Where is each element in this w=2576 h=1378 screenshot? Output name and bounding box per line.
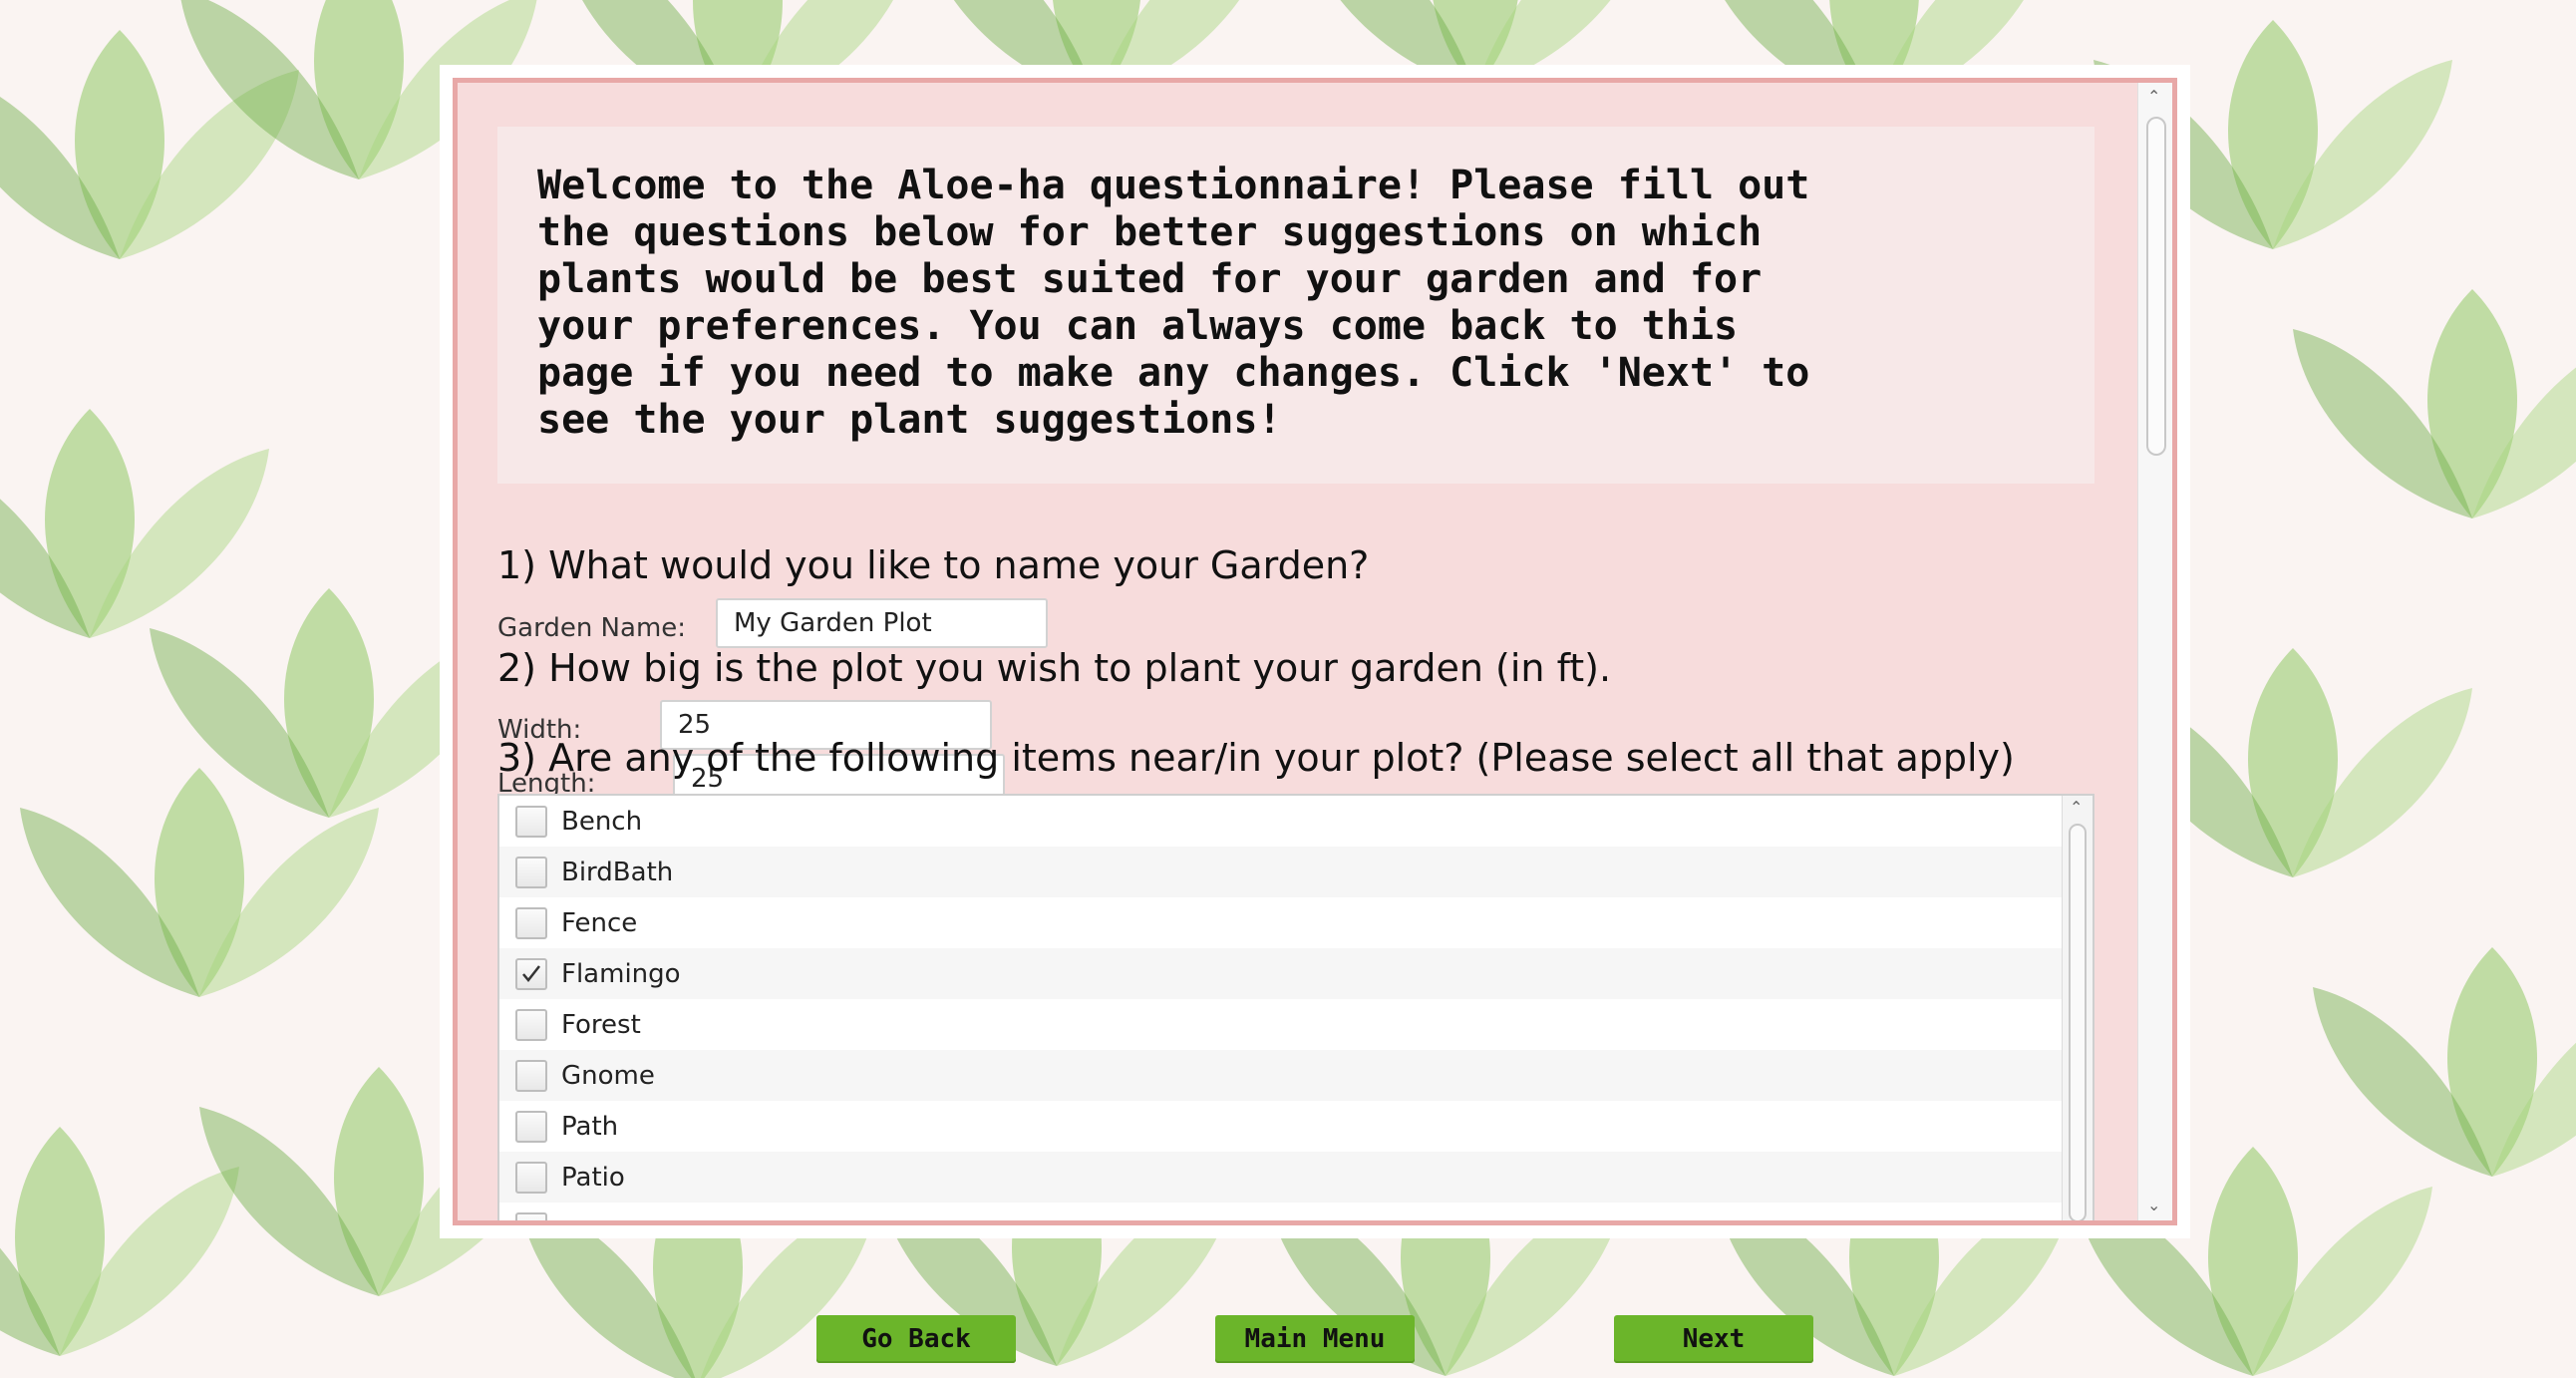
checkbox-checked[interactable]	[515, 957, 547, 990]
list-rows: Bench BirdBath Fence Flamingo Forest Gno…	[499, 796, 2093, 1220]
next-button[interactable]: Next	[1614, 1315, 1813, 1363]
checkbox[interactable]	[515, 1211, 547, 1220]
chevron-up-icon[interactable]: ⌃	[2070, 798, 2083, 817]
go-back-button[interactable]: Go Back	[816, 1315, 1016, 1363]
checkbox[interactable]	[515, 1008, 547, 1041]
questionnaire-panel: Welcome to the Aloe-ha questionnaire! Pl…	[453, 78, 2177, 1225]
checkbox[interactable]	[515, 1059, 547, 1092]
checkbox[interactable]	[515, 1161, 547, 1194]
checkbox[interactable]	[515, 1110, 547, 1143]
item-label: Patio	[561, 1162, 625, 1193]
garden-name-label: Garden Name:	[497, 613, 687, 643]
scroll-content: Welcome to the Aloe-ha questionnaire! Pl…	[458, 83, 2172, 1220]
list-item-partial[interactable]	[499, 1203, 2093, 1220]
list-item[interactable]: BirdBath	[499, 847, 2093, 897]
list-item[interactable]: Bench	[499, 796, 2093, 847]
list-item[interactable]: Patio	[499, 1152, 2093, 1203]
item-label: Fence	[561, 907, 638, 938]
chevron-down-icon[interactable]: ⌄	[2147, 1196, 2160, 1214]
list-scroll-thumb[interactable]	[2069, 824, 2087, 1220]
checkbox[interactable]	[515, 805, 547, 838]
item-label: Gnome	[561, 1060, 655, 1091]
item-label: Flamingo	[561, 958, 681, 989]
panel-scrollbar[interactable]: ⌃ ⌄	[2137, 83, 2172, 1220]
item-label: Bench	[561, 806, 643, 837]
panel-scroll-thumb[interactable]	[2146, 117, 2166, 456]
list-item[interactable]: Gnome	[499, 1050, 2093, 1101]
list-item[interactable]: Flamingo	[499, 948, 2093, 999]
question-3-title: 3) Are any of the following items near/i…	[497, 736, 2015, 780]
plot-items-list[interactable]: Bench BirdBath Fence Flamingo Forest Gno…	[497, 794, 2094, 1220]
welcome-message: Welcome to the Aloe-ha questionnaire! Pl…	[497, 127, 2094, 484]
garden-name-input[interactable]: My Garden Plot	[716, 598, 1048, 648]
questionnaire-window: Welcome to the Aloe-ha questionnaire! Pl…	[440, 65, 2190, 1238]
checkbox[interactable]	[515, 906, 547, 939]
checkbox[interactable]	[515, 856, 547, 888]
question-2-title: 2) How big is the plot you wish to plant…	[497, 646, 1612, 690]
item-label: BirdBath	[561, 857, 674, 887]
question-1-title: 1) What would you like to name your Gard…	[497, 543, 1370, 587]
main-menu-button[interactable]: Main Menu	[1215, 1315, 1415, 1363]
item-label: Path	[561, 1111, 619, 1142]
list-item[interactable]: Forest	[499, 999, 2093, 1050]
chevron-up-icon[interactable]: ⌃	[2147, 87, 2160, 106]
list-scrollbar[interactable]: ⌃	[2062, 796, 2093, 1220]
list-item[interactable]: Fence	[499, 897, 2093, 948]
item-label: Forest	[561, 1009, 641, 1040]
list-item[interactable]: Path	[499, 1101, 2093, 1152]
checkmark-icon	[522, 964, 540, 982]
